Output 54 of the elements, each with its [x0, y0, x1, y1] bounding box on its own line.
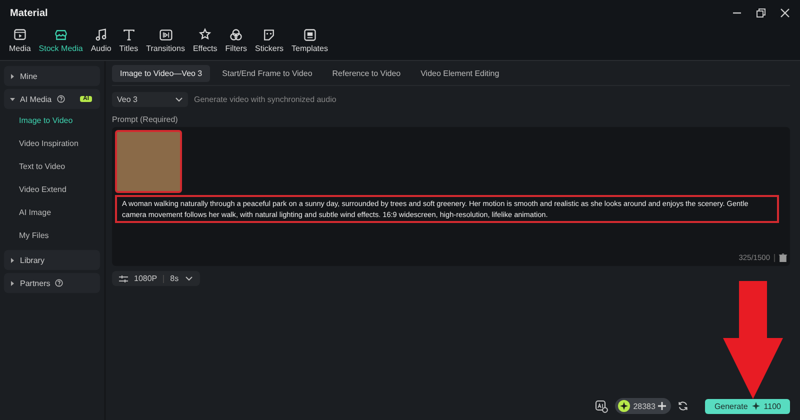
window-title: Material: [10, 8, 48, 18]
sliders-icon: [119, 274, 128, 282]
video-settings-button[interactable]: 1080P 8s: [112, 271, 200, 286]
plus-icon: [658, 402, 666, 410]
sidebar-item[interactable]: Video Extend: [4, 178, 100, 201]
tab[interactable]: Reference to Video: [324, 65, 409, 82]
sparkle-coin-icon: [618, 400, 630, 412]
letter-t-icon: [122, 28, 136, 42]
refresh-icon[interactable]: [678, 401, 688, 411]
toolbar-tab[interactable]: Titles: [116, 28, 142, 53]
sidebar-item[interactable]: My Files: [4, 224, 100, 247]
trash-icon[interactable]: [779, 253, 787, 262]
tab[interactable]: Video Element Editing: [412, 65, 508, 82]
media-icon: [12, 28, 27, 42]
tab[interactable]: Image to Video—Veo 3: [112, 65, 210, 82]
circles-icon: [229, 28, 244, 42]
tab[interactable]: Start/End Frame to Video: [214, 65, 320, 82]
toolbar-tab[interactable]: Transitions: [143, 28, 188, 53]
sticker-icon: [262, 28, 276, 42]
sidebar-section[interactable]: Library: [4, 250, 100, 270]
toolbar-tab[interactable]: Stock Media: [36, 28, 86, 53]
sidebar-item[interactable]: Video Inspiration: [4, 132, 100, 155]
storefront-icon: [54, 28, 68, 42]
toolbar-tab[interactable]: Media: [6, 28, 34, 53]
sidebar-item[interactable]: Image to Video: [4, 109, 100, 132]
caret-icon: [10, 96, 15, 102]
caret-icon: [10, 280, 15, 286]
close-icon[interactable]: [780, 8, 790, 18]
chevron-down-icon: [184, 276, 193, 282]
generate-button[interactable]: Generate 1100: [705, 398, 790, 414]
toolbar-tab[interactable]: Stickers: [252, 28, 286, 53]
model-description: Generate video with synchronized audio: [194, 95, 336, 104]
prompt-field[interactable]: [112, 127, 790, 266]
music-note-icon: [94, 28, 108, 42]
help-icon[interactable]: [56, 95, 65, 103]
sidebar-item[interactable]: Text to Video: [4, 155, 100, 178]
ai-image-icon[interactable]: [595, 400, 608, 412]
sidebar-section[interactable]: Partners: [4, 273, 100, 293]
film-frame-icon: [158, 28, 173, 42]
toolbar-tab[interactable]: Templates: [288, 28, 331, 53]
sidebar-section[interactable]: Mine: [4, 66, 100, 86]
sidebar-item[interactable]: AI Image: [4, 201, 100, 224]
restore-icon[interactable]: [756, 8, 766, 18]
toolbar-tab[interactable]: Filters: [222, 28, 250, 53]
toolbar-tab[interactable]: Audio: [88, 28, 114, 53]
model-dropdown[interactable]: Veo 3: [112, 92, 188, 107]
caret-icon: [10, 74, 15, 78]
help-icon[interactable]: [55, 279, 64, 287]
credits-balance[interactable]: 28383: [615, 398, 672, 414]
prompt-label: Prompt (Required): [112, 115, 179, 124]
toolbar-tab[interactable]: Effects: [190, 28, 220, 53]
template-icon: [302, 28, 317, 42]
caret-icon: [10, 258, 15, 262]
chevron-down-icon: [175, 96, 183, 102]
